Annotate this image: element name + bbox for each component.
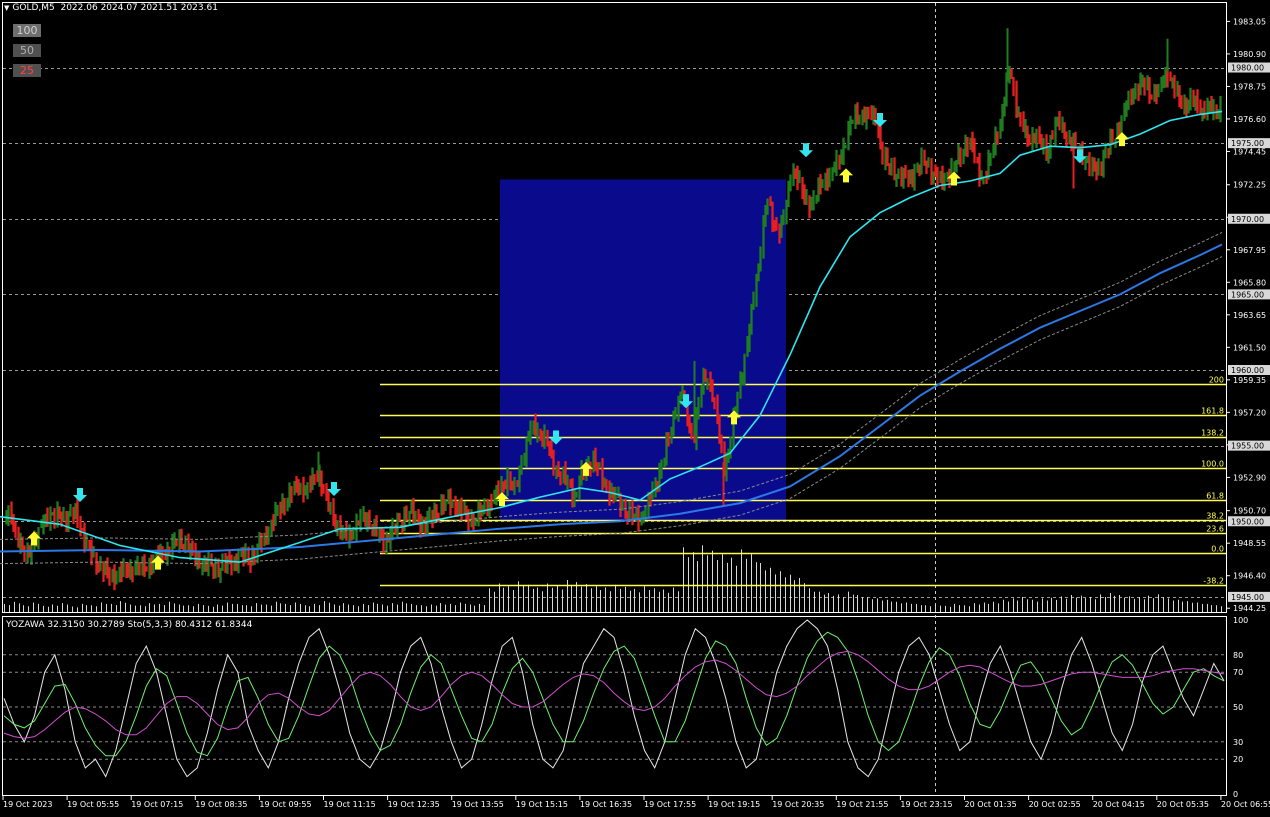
price-axis-label: 1961.50 xyxy=(1233,343,1266,352)
time-axis-label: 19 Oct 12:35 xyxy=(388,800,440,809)
oscillator-axis-label: 0 xyxy=(1233,790,1238,799)
time-axis-label: 19 Oct 09:55 xyxy=(259,800,311,809)
price-axis-label: 1959.35 xyxy=(1233,376,1266,385)
price-axis-label: 1948.55 xyxy=(1233,539,1266,548)
price-level-tag-label: 1950.00 xyxy=(1231,517,1264,526)
time-axis-label: 19 Oct 21:55 xyxy=(836,800,888,809)
oscillator-line-2 xyxy=(3,650,1225,739)
fib-level-label: 23.6 xyxy=(1206,525,1224,534)
oscillator-axis-label: 70 xyxy=(1233,668,1243,677)
time-axis-label: 19 Oct 13:55 xyxy=(452,800,504,809)
fib-level-label: 0.0 xyxy=(1211,545,1224,554)
time-axis-label: 19 Oct 19:15 xyxy=(708,800,760,809)
fib-level-label: 200 xyxy=(1209,376,1224,385)
price-axis-label: 1980.90 xyxy=(1233,50,1266,59)
price-axis-label: 1974.45 xyxy=(1233,147,1266,156)
time-axis-label: 19 Oct 2023 xyxy=(3,800,52,809)
fib-level-label: 161.8 xyxy=(1201,407,1224,416)
price-level-tag-label: 1965.00 xyxy=(1231,290,1264,299)
price-level-tag-label: 1945.00 xyxy=(1231,593,1264,602)
arrow-down-icon xyxy=(799,143,813,158)
symbol-timeframe: GOLD,M5 xyxy=(12,3,55,13)
one-click-button-25[interactable]: 25 xyxy=(13,64,41,77)
price-axis-label: 1976.60 xyxy=(1233,115,1266,124)
ohlc-values: 2022.06 2024.07 2021.51 2023.61 xyxy=(60,3,218,13)
price-level-tag-label: 1955.00 xyxy=(1231,442,1264,451)
time-axis-label: 19 Oct 11:15 xyxy=(324,800,376,809)
time-axis-label: 19 Oct 07:15 xyxy=(131,800,183,809)
oscillator-axis-label: 30 xyxy=(1233,738,1243,747)
price-axis-label: 1963.65 xyxy=(1233,311,1266,320)
fib-level-label: 138.2 xyxy=(1201,429,1224,438)
price-axis-label: 1944.25 xyxy=(1233,604,1266,613)
time-axis-label: 19 Oct 20:35 xyxy=(772,800,824,809)
fib-level-label: 38.2 xyxy=(1206,512,1224,521)
time-axis-label: 19 Oct 05:55 xyxy=(67,800,119,809)
oscillator-line-0 xyxy=(3,619,1225,778)
oscillator-axis-label: 80 xyxy=(1233,651,1243,660)
time-axis-label: 19 Oct 16:35 xyxy=(580,800,632,809)
fib-level-label: -38.2 xyxy=(1203,577,1224,586)
oscillator-axis-label: 100 xyxy=(1233,616,1248,625)
price-level-tag-label: 1960.00 xyxy=(1231,366,1264,375)
sub-window-frame xyxy=(2,616,1227,796)
fib-level-label: 61.8 xyxy=(1206,492,1224,501)
oscillator-line-1 xyxy=(3,631,1225,757)
time-axis-label: 20 Oct 06:55 xyxy=(1221,800,1270,809)
price-axis-label: 1972.25 xyxy=(1233,181,1266,190)
time-axis-label: 20 Oct 04:15 xyxy=(1093,800,1145,809)
price-axis-label: 1983.05 xyxy=(1233,17,1266,26)
price-axis-label: 1950.70 xyxy=(1233,507,1266,516)
chart-window[interactable]: 200 161.8 138.2 100.0 61.8 38.2 23.6 0.0 -38.2 19… xyxy=(0,0,1270,813)
price-level-tag-label: 1980.00 xyxy=(1231,64,1264,73)
time-axis-label: 19 Oct 23:15 xyxy=(900,800,952,809)
time-axis-label: 20 Oct 02:55 xyxy=(1029,800,1081,809)
price-axis-label: 1952.90 xyxy=(1233,473,1266,482)
fib-level-label: 100.0 xyxy=(1201,460,1224,469)
time-axis-label: 19 Oct 15:15 xyxy=(516,800,568,809)
price-level-tag-label: 1975.00 xyxy=(1231,139,1264,148)
oscillator-axis-label: 50 xyxy=(1233,703,1243,712)
time-axis-label: 19 Oct 08:35 xyxy=(195,800,247,809)
range-box[interactable] xyxy=(500,179,786,522)
price-axis-label: 1965.80 xyxy=(1233,278,1266,287)
price-axis-label: 1978.75 xyxy=(1233,82,1266,91)
arrow-up-icon xyxy=(839,168,853,183)
price-chart[interactable]: 200161.8138.2100.061.838.223.60.0-38.219… xyxy=(0,0,1270,813)
time-axis-label: 20 Oct 05:35 xyxy=(1157,800,1209,809)
price-level-tag-label: 1970.00 xyxy=(1231,215,1264,224)
price-axis-label: 1967.95 xyxy=(1233,246,1266,255)
triangle-down-icon[interactable]: ▼ xyxy=(4,4,9,12)
price-axis-label: 1957.20 xyxy=(1233,408,1266,417)
one-click-button-50[interactable]: 50 xyxy=(13,44,41,57)
arrow-down-icon xyxy=(73,488,87,503)
price-axis-label: 1946.40 xyxy=(1233,572,1266,581)
time-axis-label: 19 Oct 17:55 xyxy=(644,800,696,809)
oscillator-axis-label: 20 xyxy=(1233,755,1243,764)
one-click-button-100[interactable]: 100 xyxy=(13,24,41,37)
chart-header: ▼ GOLD,M5 2022.06 2024.07 2021.51 2023.61 xyxy=(4,3,218,13)
time-axis-label: 20 Oct 01:35 xyxy=(965,800,1017,809)
indicator-title: YOZAWA 32.3150 30.2789 Sto(5,3,3) 80.431… xyxy=(6,620,253,630)
